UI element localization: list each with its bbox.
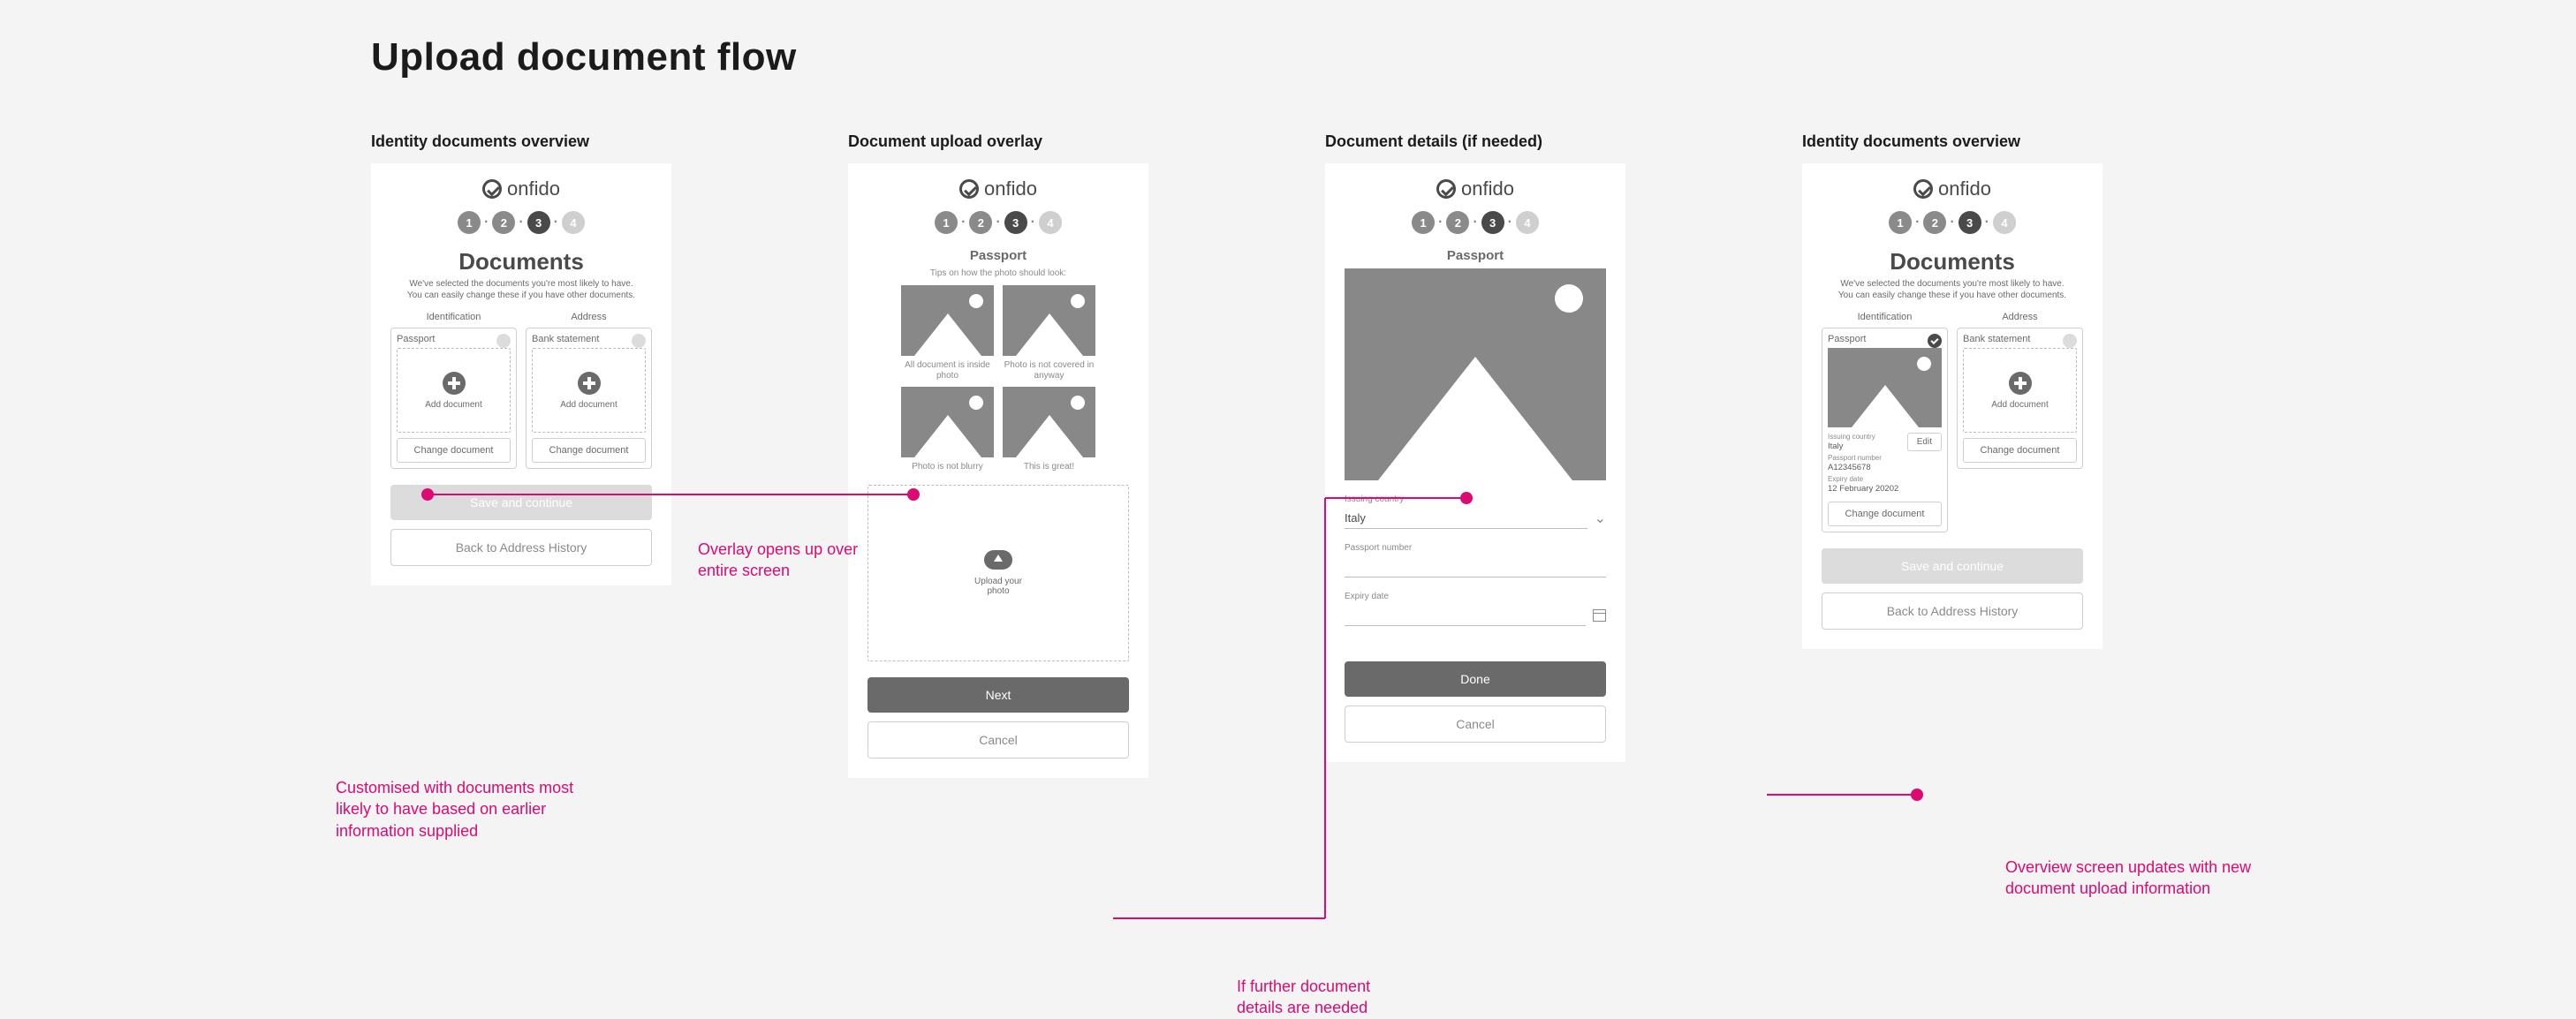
col-document-details: Document details (if needed) onfido 1· 2…	[1325, 132, 1625, 778]
step-3: 3	[527, 211, 550, 234]
edit-button[interactable]: Edit	[1907, 433, 1942, 451]
add-document-dropzone[interactable]: Add document	[397, 348, 511, 433]
step-4: 4	[562, 211, 585, 234]
calendar-icon	[1593, 609, 1606, 622]
doc-details-title: Passport	[1345, 248, 1606, 263]
tips-intro: Tips on how the photo should look:	[868, 268, 1129, 278]
passport-number-input[interactable]	[1345, 556, 1606, 577]
identification-label: Identification	[390, 312, 517, 322]
change-document-button[interactable]: Change document	[1828, 502, 1942, 526]
change-document-button[interactable]: Change document	[1963, 438, 2077, 463]
next-button[interactable]: Next	[868, 677, 1129, 713]
status-check-icon	[632, 334, 646, 348]
document-preview	[1345, 268, 1606, 480]
documents-subtitle: We've selected the documents you're most…	[1822, 278, 2083, 301]
logo-text: onfido	[984, 177, 1037, 200]
back-button[interactable]: Back to Address History	[1822, 593, 2083, 630]
logo: onfido	[1345, 177, 1606, 200]
done-button[interactable]: Done	[1345, 661, 1606, 697]
onfido-check-icon	[1913, 179, 1933, 199]
address-label: Address	[526, 312, 652, 322]
plus-icon	[2009, 372, 2032, 395]
step-indicator: 1· 2· 3· 4	[1822, 211, 2083, 234]
cancel-button[interactable]: Cancel	[1345, 706, 1606, 743]
add-document-dropzone[interactable]: Add document	[532, 348, 646, 433]
tip-thumb	[901, 285, 994, 356]
annotation-overlay: Overlay opens up over entire screen	[698, 539, 875, 582]
tip-thumb	[901, 387, 994, 457]
annotation-overview-updates: Overview screen updates with new documen…	[2005, 857, 2288, 900]
logo: onfido	[390, 177, 652, 200]
tip-thumb	[1003, 285, 1095, 356]
upload-cloud-icon	[984, 550, 1012, 570]
step-indicator: 1· 2· 3· 4	[1345, 211, 1606, 234]
tip-thumb	[1003, 387, 1095, 457]
col-upload-overlay: Document upload overlay onfido 1· 2· 3· …	[848, 132, 1148, 778]
col-label: Document details (if needed)	[1325, 132, 1625, 151]
back-button[interactable]: Back to Address History	[390, 529, 652, 566]
cancel-button[interactable]: Cancel	[868, 721, 1129, 759]
logo-text: onfido	[1461, 177, 1514, 200]
bank-statement-card[interactable]: Bank statement Add document Change docum…	[1957, 328, 2083, 469]
step-2: 2	[492, 211, 515, 234]
onfido-check-icon	[482, 179, 502, 199]
annotation-customised: Customised with documents most likely to…	[336, 777, 601, 842]
passport-thumb	[1828, 348, 1942, 427]
page-title: Upload document flow	[371, 35, 2541, 79]
annotation-further-details: If further document details are needed	[1237, 976, 1413, 1019]
expiry-date-label: Expiry date	[1345, 592, 1606, 601]
issuing-country-select[interactable]: Italy	[1345, 508, 1587, 529]
logo-text: onfido	[507, 177, 560, 200]
col-label: Identity documents overview	[371, 132, 671, 151]
status-check-icon	[496, 334, 511, 348]
plus-icon	[578, 372, 601, 395]
upload-dropzone[interactable]: Upload your photo	[868, 485, 1129, 661]
overlay-title: Passport	[868, 248, 1129, 263]
add-document-dropzone[interactable]: Add document	[1963, 348, 2077, 433]
change-document-button[interactable]: Change document	[397, 438, 511, 463]
col-label: Identity documents overview	[1802, 132, 2102, 151]
passport-number-label: Passport number	[1345, 543, 1606, 553]
step-indicator: 1· 2· 3· 4	[868, 211, 1129, 234]
step-1: 1	[458, 211, 481, 234]
save-continue-button[interactable]: Save and continue	[1822, 548, 2083, 584]
address-label: Address	[1957, 312, 2083, 322]
status-check-icon	[2063, 334, 2077, 348]
logo-text: onfido	[1938, 177, 1991, 200]
logo: onfido	[868, 177, 1129, 200]
col-label: Document upload overlay	[848, 132, 1148, 151]
change-document-button[interactable]: Change document	[532, 438, 646, 463]
col-overview-updated: Identity documents overview onfido 1· 2·…	[1802, 132, 2102, 778]
onfido-check-icon	[959, 179, 979, 199]
step-indicator: 1· 2· 3· 4	[390, 211, 652, 234]
logo: onfido	[1822, 177, 2083, 200]
col-overview-initial: Identity documents overview onfido 1· 2·…	[371, 132, 671, 778]
documents-heading: Documents	[1822, 248, 2083, 276]
issuing-country-label: Issuing country	[1345, 494, 1606, 504]
documents-subtitle: We've selected the documents you're most…	[390, 278, 652, 301]
expiry-date-input[interactable]	[1345, 605, 1586, 626]
documents-heading: Documents	[390, 248, 652, 276]
save-continue-button[interactable]: Save and continue	[390, 485, 652, 520]
chevron-down-icon: ⌄	[1595, 510, 1606, 527]
passport-card[interactable]: Passport Add document Change document	[390, 328, 517, 469]
identification-label: Identification	[1822, 312, 1948, 322]
passport-card-filled[interactable]: Passport Issuing country Italy Passport …	[1822, 328, 1948, 532]
onfido-check-icon	[1436, 179, 1456, 199]
status-check-icon	[1928, 334, 1942, 348]
bank-statement-card[interactable]: Bank statement Add document Change docum…	[526, 328, 652, 469]
plus-icon	[443, 372, 466, 395]
